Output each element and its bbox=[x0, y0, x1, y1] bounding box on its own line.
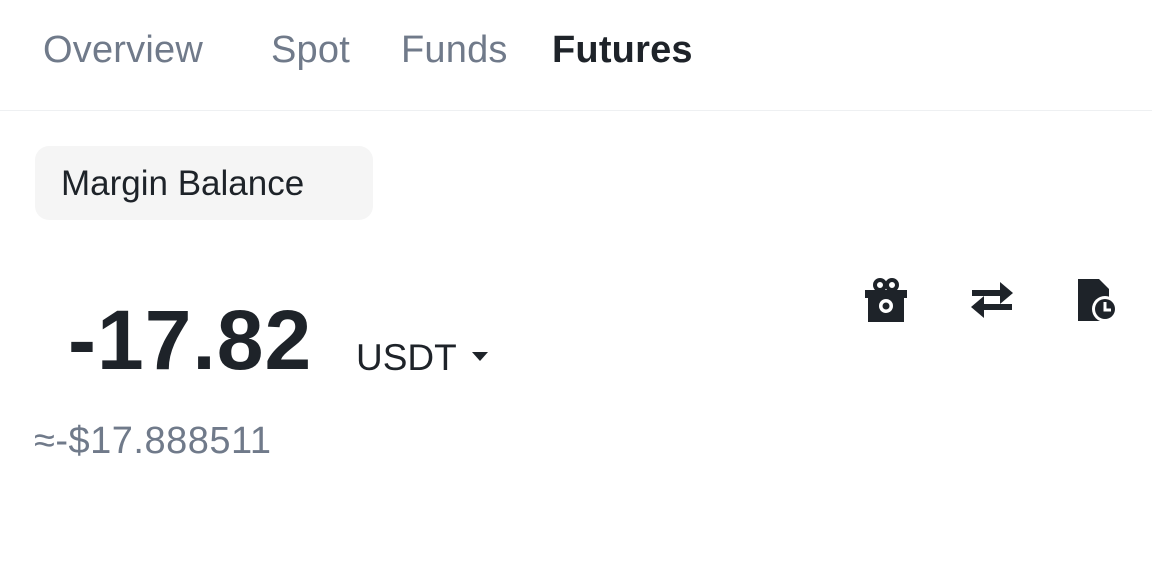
wallet-tabs: Overview Spot Funds Futures bbox=[0, 0, 1152, 111]
futures-wallet-page: Overview Spot Funds Futures Margin Balan… bbox=[0, 0, 1152, 567]
tab-spot[interactable]: Spot bbox=[271, 26, 350, 74]
tab-funds[interactable]: Funds bbox=[401, 26, 508, 74]
margin-balance-chip[interactable]: Margin Balance bbox=[35, 146, 373, 220]
currency-selector[interactable]: USDT bbox=[356, 336, 457, 380]
tab-overview[interactable]: Overview bbox=[43, 26, 203, 74]
caret-down-icon[interactable] bbox=[472, 352, 488, 361]
transfer-icon[interactable] bbox=[968, 276, 1016, 324]
fiat-equivalent: ≈-$17.888511 bbox=[34, 420, 272, 462]
margin-balance-label: Margin Balance bbox=[61, 164, 305, 203]
balance-amount: -17.82 bbox=[68, 293, 313, 387]
tab-futures[interactable]: Futures bbox=[552, 26, 693, 74]
history-icon[interactable] bbox=[1073, 276, 1121, 324]
gift-icon[interactable] bbox=[862, 276, 910, 324]
